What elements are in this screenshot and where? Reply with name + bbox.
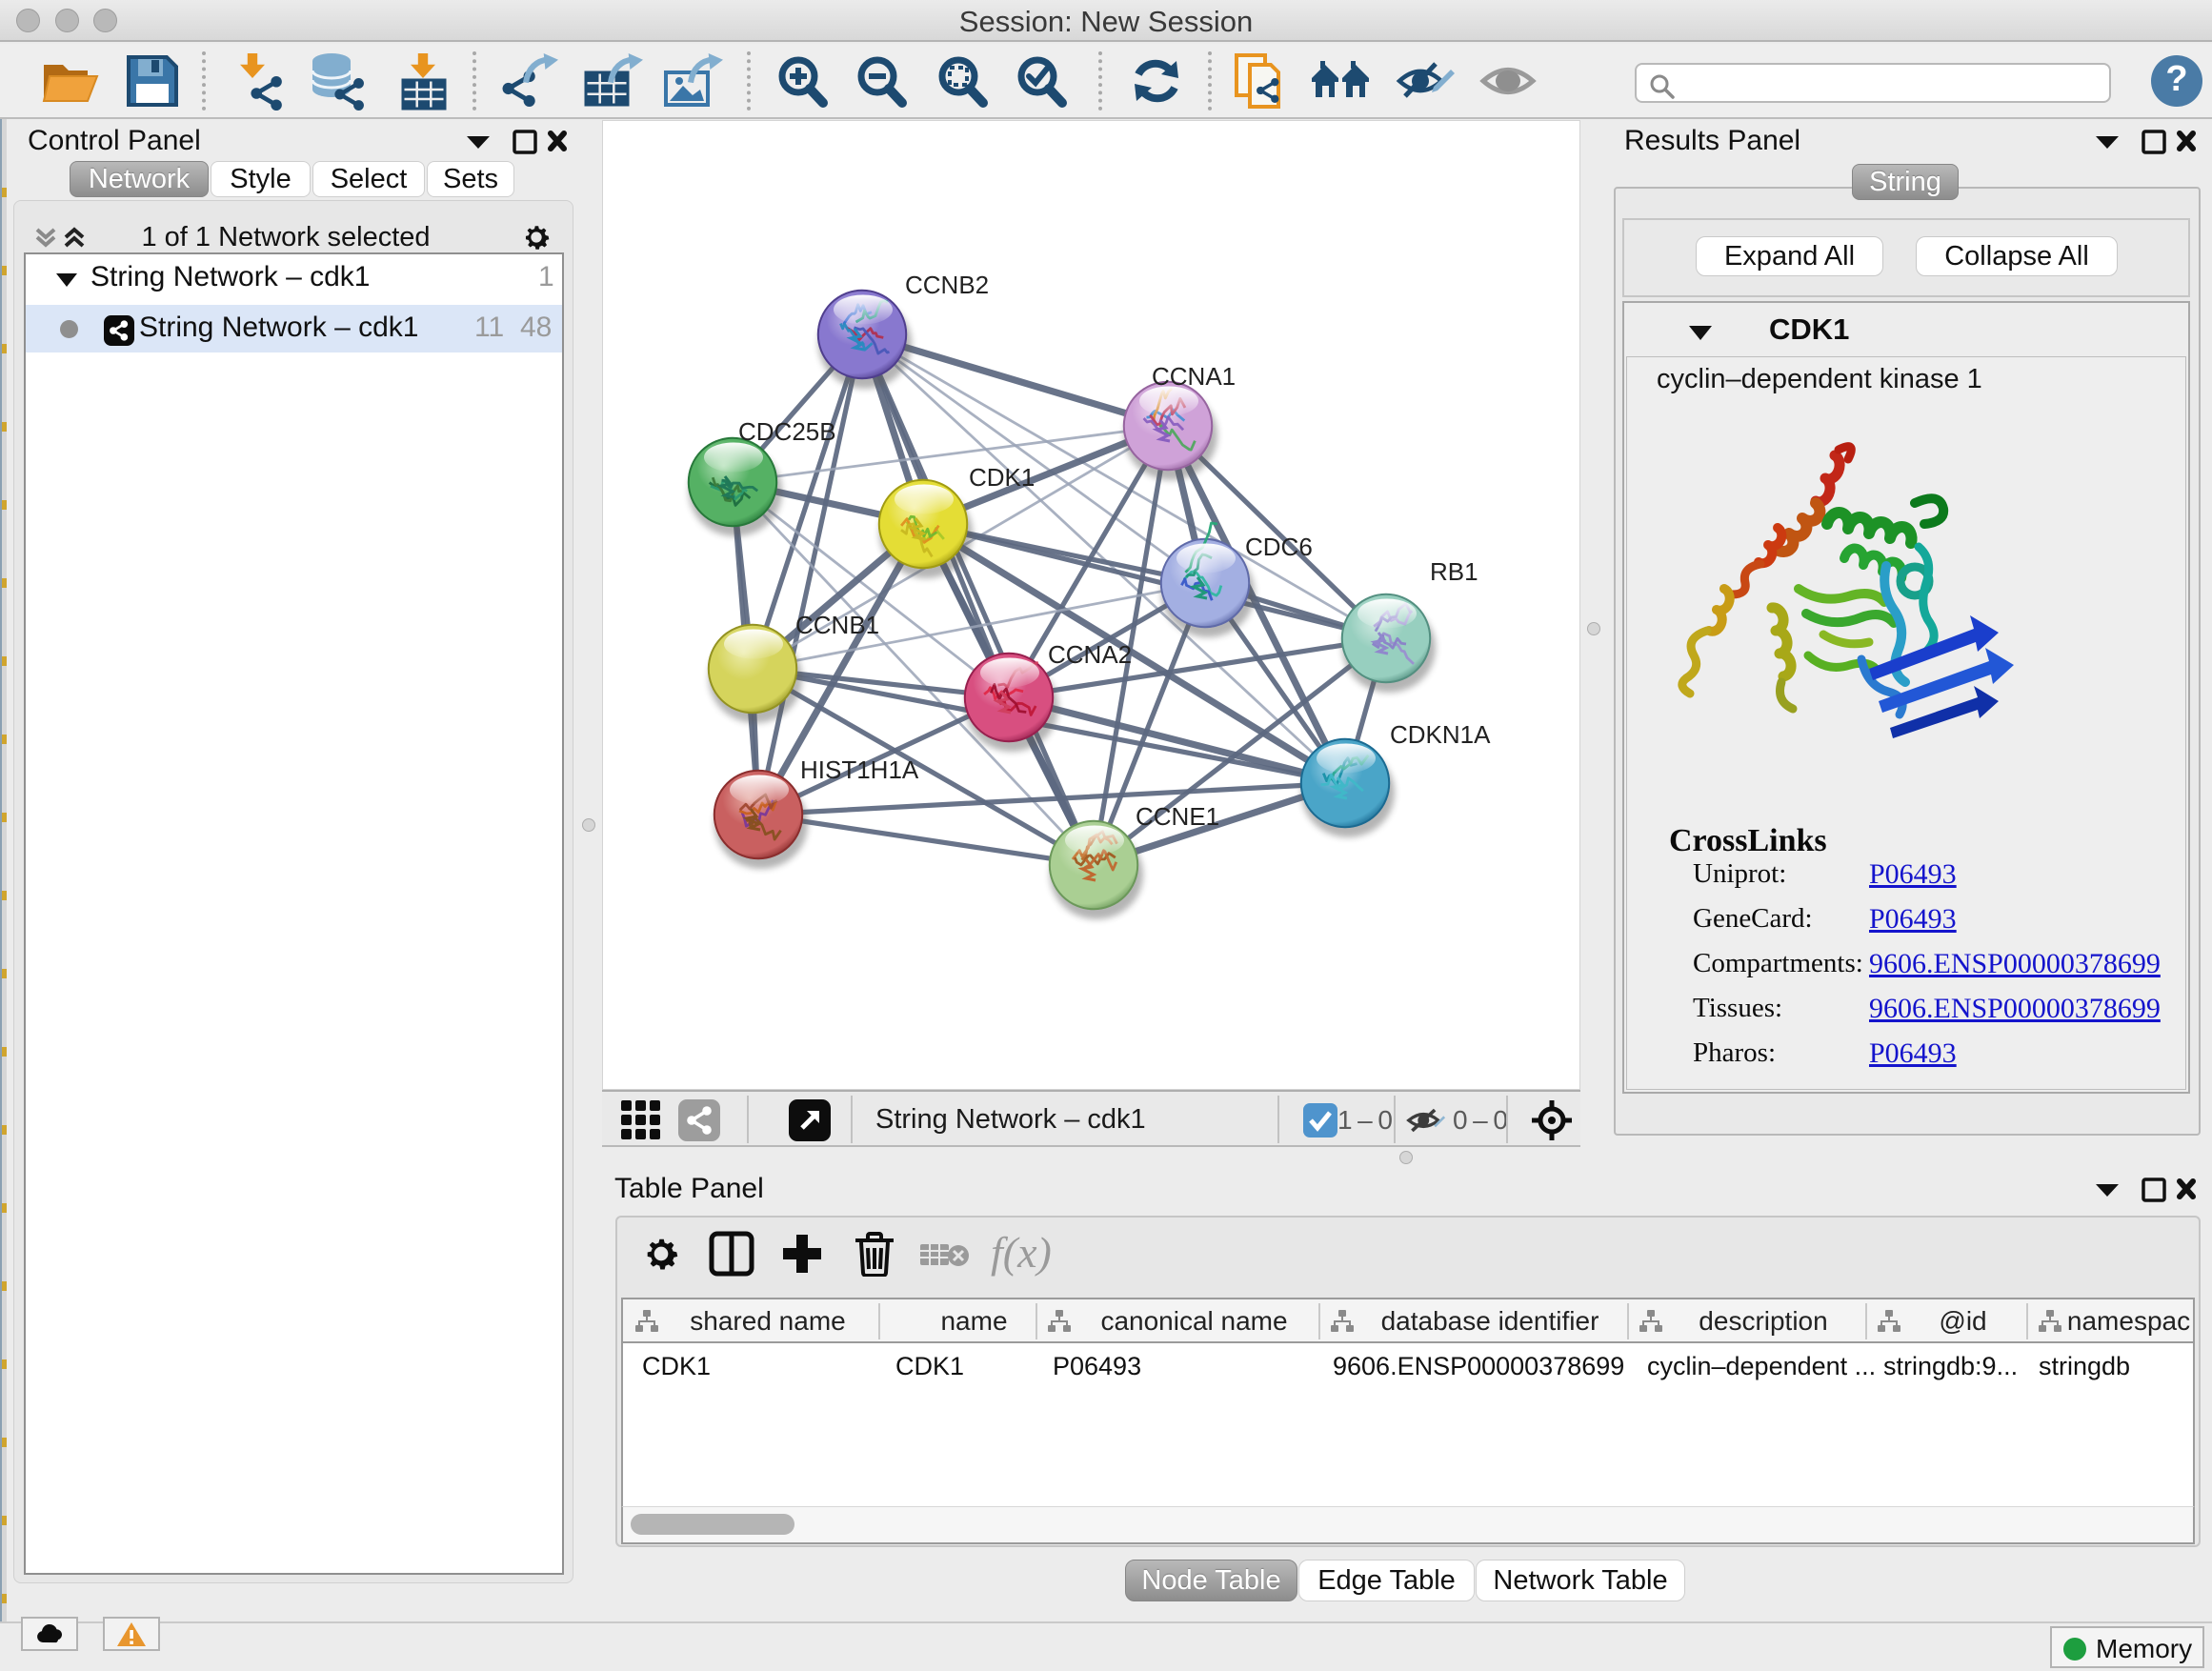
- svg-text:CCNB2: CCNB2: [905, 271, 989, 299]
- svg-text:CDC6: CDC6: [1245, 533, 1313, 561]
- svg-text:CDK1: CDK1: [969, 463, 1035, 492]
- svg-text:CDC25B: CDC25B: [738, 417, 836, 446]
- svg-text:RB1: RB1: [1430, 557, 1478, 586]
- svg-text:CDKN1A: CDKN1A: [1390, 720, 1491, 749]
- svg-text:CCNE1: CCNE1: [1136, 802, 1219, 831]
- svg-text:CCNA2: CCNA2: [1048, 640, 1132, 669]
- svg-text:CCNA1: CCNA1: [1152, 362, 1236, 391]
- svg-text:CCNB1: CCNB1: [795, 611, 879, 639]
- svg-text:HIST1H1A: HIST1H1A: [800, 755, 919, 784]
